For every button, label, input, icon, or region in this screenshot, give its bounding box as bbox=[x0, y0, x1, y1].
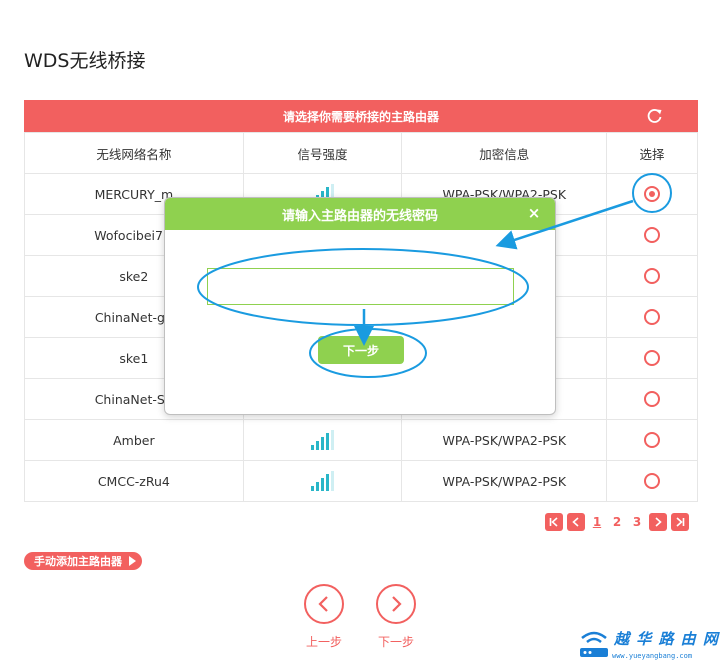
signal-icon bbox=[310, 471, 334, 491]
last-page-icon[interactable] bbox=[671, 513, 689, 531]
column-header-select: 选择 bbox=[606, 132, 698, 174]
select-cell bbox=[606, 255, 698, 297]
signal-bar bbox=[330, 430, 334, 450]
add-router-manually-button[interactable]: 手动添加主路由器 bbox=[24, 552, 142, 570]
table-row[interactable]: CMCC-zRu4 WPA-PSK/WPA2-PSK bbox=[24, 460, 698, 502]
chevron-left-icon bbox=[318, 596, 328, 612]
first-page-icon[interactable] bbox=[545, 513, 563, 531]
page-number-3[interactable]: 3 bbox=[629, 515, 645, 529]
pagination: 1 2 3 bbox=[545, 513, 689, 531]
play-triangle-icon bbox=[129, 556, 136, 566]
signal-cell bbox=[242, 419, 403, 461]
security-cell: WPA-PSK/WPA2-PSK bbox=[401, 460, 608, 502]
prev-page-icon[interactable] bbox=[567, 513, 585, 531]
ssid-cell: CMCC-zRu4 bbox=[24, 460, 244, 502]
signal-bar bbox=[325, 474, 329, 491]
page-title: WDS无线桥接 bbox=[24, 50, 146, 72]
select-cell bbox=[606, 337, 698, 379]
radio-icon[interactable] bbox=[644, 473, 661, 490]
watermark-url: www.yueyangbang.com bbox=[612, 652, 693, 660]
select-cell bbox=[606, 460, 698, 502]
select-cell bbox=[606, 173, 698, 215]
refresh-icon[interactable] bbox=[646, 107, 664, 125]
security-cell: WPA-PSK/WPA2-PSK bbox=[401, 419, 608, 461]
site-watermark: 越 华 路 由 网 www.yueyangbang.com bbox=[574, 620, 720, 664]
add-router-label: 手动添加主路由器 bbox=[34, 555, 122, 568]
watermark-brand: 越 华 路 由 网 bbox=[614, 630, 719, 648]
select-cell bbox=[606, 296, 698, 338]
router-logo-icon bbox=[580, 631, 608, 657]
dialog-header: 请输入主路由器的无线密码 × bbox=[165, 198, 555, 230]
signal-icon bbox=[310, 430, 334, 450]
chevron-right-icon bbox=[392, 596, 402, 612]
dialog-title: 请输入主路由器的无线密码 bbox=[281, 208, 438, 224]
radio-icon[interactable] bbox=[644, 350, 661, 367]
signal-bar bbox=[320, 478, 324, 491]
signal-bar bbox=[325, 433, 329, 450]
dialog-next-button[interactable]: 下一步 bbox=[318, 336, 404, 364]
table-row[interactable]: Amber WPA-PSK/WPA2-PSK bbox=[24, 419, 698, 461]
prev-step-button[interactable] bbox=[304, 584, 344, 624]
select-cell bbox=[606, 378, 698, 420]
prev-step-label[interactable]: 上一步 bbox=[294, 633, 354, 650]
signal-bar bbox=[330, 471, 334, 491]
signal-bar bbox=[315, 482, 319, 491]
radio-icon[interactable] bbox=[644, 268, 661, 285]
select-cell bbox=[606, 419, 698, 461]
page-number-2[interactable]: 2 bbox=[609, 515, 625, 529]
signal-bar bbox=[320, 437, 324, 450]
radio-icon[interactable] bbox=[644, 309, 661, 326]
select-cell bbox=[606, 214, 698, 256]
next-step-button[interactable] bbox=[376, 584, 416, 624]
signal-bar bbox=[315, 441, 319, 450]
column-header-ssid: 无线网络名称 bbox=[24, 132, 244, 174]
radio-icon[interactable] bbox=[644, 186, 661, 203]
table-header-bar: 请选择你需要桥接的主路由器 bbox=[24, 100, 698, 132]
password-dialog: 请输入主路由器的无线密码 × 下一步 bbox=[164, 197, 556, 415]
radio-icon[interactable] bbox=[644, 391, 661, 408]
radio-icon[interactable] bbox=[644, 227, 661, 244]
next-page-icon[interactable] bbox=[649, 513, 667, 531]
wireless-password-input[interactable] bbox=[207, 268, 514, 305]
radio-icon[interactable] bbox=[644, 432, 661, 449]
column-header-security: 加密信息 bbox=[401, 132, 608, 174]
ssid-cell: Amber bbox=[24, 419, 244, 461]
next-step-label[interactable]: 下一步 bbox=[366, 633, 426, 650]
table-header-title: 请选择你需要桥接的主路由器 bbox=[282, 109, 439, 124]
column-header-signal: 信号强度 bbox=[242, 132, 403, 174]
table-header-row: 无线网络名称 信号强度 加密信息 选择 bbox=[24, 132, 698, 174]
signal-bar bbox=[310, 445, 314, 450]
close-icon[interactable]: × bbox=[525, 204, 543, 222]
page-number-1[interactable]: 1 bbox=[589, 515, 605, 529]
signal-cell bbox=[242, 460, 403, 502]
signal-bar bbox=[310, 486, 314, 491]
